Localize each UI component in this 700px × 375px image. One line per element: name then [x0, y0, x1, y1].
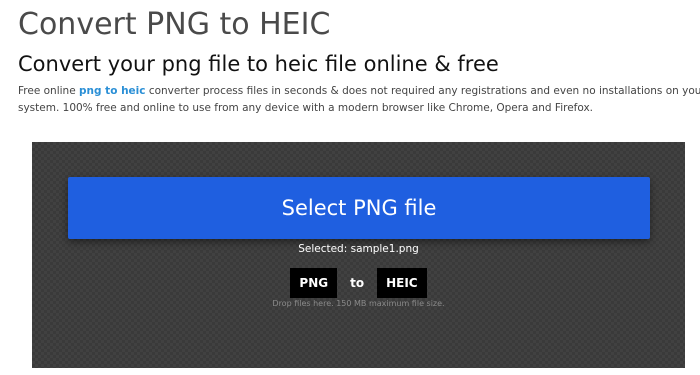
- from-format-link[interactable]: png: [79, 85, 102, 97]
- description-connector: to: [101, 85, 122, 97]
- select-file-button[interactable]: Select PNG file: [68, 177, 650, 239]
- page: Convert PNG to HEIC Convert your png fil…: [0, 0, 700, 375]
- file-dropzone[interactable]: Select PNG file Selected: sample1.png PN…: [32, 142, 685, 368]
- page-subtitle: Convert your png file to heic file onlin…: [18, 52, 499, 76]
- selected-file-label: Selected: sample1.png: [298, 243, 419, 255]
- drop-hint: Drop files here. 150 MB maximum file siz…: [272, 299, 445, 308]
- description-prefix: Free online: [18, 85, 79, 97]
- description-text: Free online png to heic converter proces…: [18, 83, 700, 117]
- to-format-link[interactable]: heic: [121, 85, 145, 97]
- to-format-button[interactable]: HEIC: [377, 268, 427, 298]
- format-selector: PNG to HEIC: [32, 268, 685, 298]
- to-label: to: [350, 276, 365, 290]
- from-format-button[interactable]: PNG: [290, 268, 338, 298]
- page-title: Convert PNG to HEIC: [18, 7, 331, 42]
